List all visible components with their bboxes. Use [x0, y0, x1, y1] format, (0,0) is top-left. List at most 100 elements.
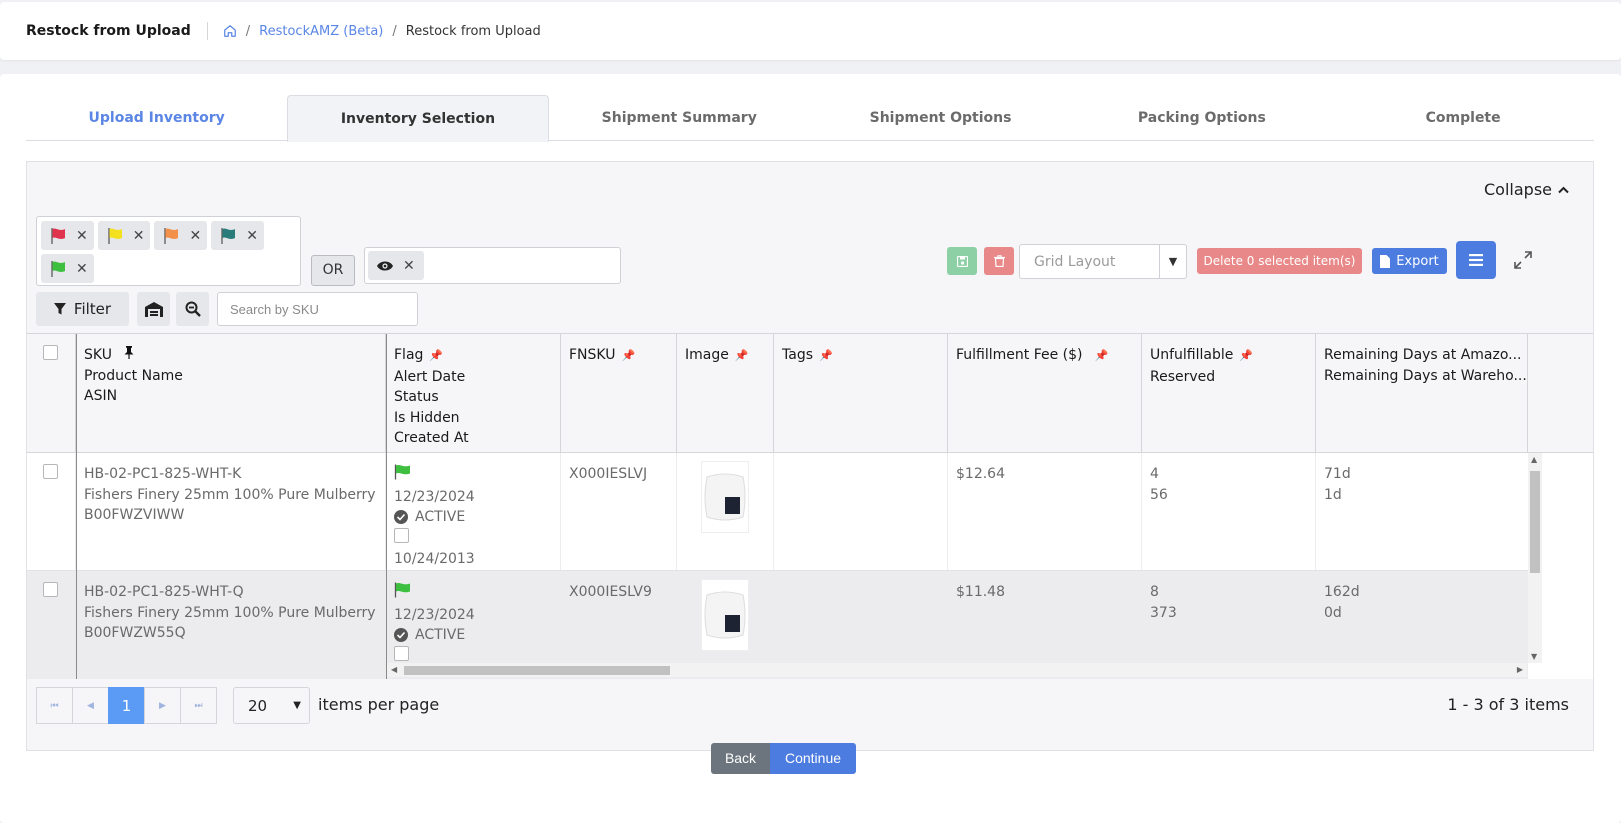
next-page-icon[interactable]: ▶: [144, 687, 181, 724]
column-header-unfulfillable[interactable]: Unfulfillable 📌 Reserved: [1142, 334, 1316, 452]
grid-layout-select[interactable]: Grid Layout ▼: [1019, 244, 1187, 279]
pin-outline-icon[interactable]: 📌: [429, 349, 443, 362]
row-checkbox[interactable]: [43, 582, 58, 597]
zoom-out-button[interactable]: [176, 292, 209, 326]
horizontal-scrollbar[interactable]: ◀ ▶: [387, 663, 1527, 677]
column-subtitle: Reserved: [1150, 368, 1216, 385]
product-name-text: Fishers Finery 25mm 100% Pure Mulberry: [84, 604, 376, 621]
flag-chip-orange[interactable]: ✕: [154, 221, 208, 250]
column-title: Fulfillment Fee ($): [956, 347, 1083, 363]
horizontal-scroll-thumb[interactable]: [404, 666, 670, 675]
grid-layout-placeholder: Grid Layout: [1034, 253, 1116, 270]
column-header-fnsku[interactable]: FNSKU 📌: [561, 334, 677, 452]
flag-icon: [51, 260, 65, 277]
delete-layout-button[interactable]: [984, 247, 1014, 275]
pin-outline-icon[interactable]: 📌: [735, 349, 749, 362]
column-header-fulfillment-fee[interactable]: Fulfillment Fee ($) 📌: [948, 334, 1142, 452]
delete-selected-button[interactable]: Delete 0 selected item(s): [1197, 248, 1362, 274]
back-button[interactable]: Back: [711, 743, 770, 774]
check-circle-icon: [394, 628, 408, 643]
page-number-button[interactable]: 1: [108, 687, 145, 724]
product-image[interactable]: [701, 579, 749, 651]
visibility-chip[interactable]: ✕: [368, 251, 424, 280]
close-icon[interactable]: ✕: [76, 228, 88, 244]
status-badge: ACTIVE: [394, 507, 552, 528]
flag-chip-red[interactable]: ✕: [41, 221, 94, 250]
pin-outline-icon[interactable]: 📌: [1095, 349, 1109, 362]
column-header-sku[interactable]: SKU Product Name ASIN: [76, 334, 386, 452]
tab-complete[interactable]: Complete: [1332, 95, 1593, 140]
column-header-remaining-days[interactable]: Remaining Days at Amazo... Remaining Day…: [1316, 334, 1528, 452]
tab-packing-options[interactable]: Packing Options: [1071, 95, 1332, 140]
flag-cell: 12/23/2024 ACTIVE 10/24/2013: [386, 453, 561, 570]
is-hidden-checkbox[interactable]: [394, 645, 409, 661]
column-subtitle: ASIN: [84, 388, 118, 404]
pagination-info: 1 - 3 of 3 items: [1447, 695, 1569, 714]
inventory-table: SKU Product Name ASIN Flag 📌 Alert Date S…: [27, 333, 1593, 679]
prev-page-icon[interactable]: ◀: [72, 687, 109, 724]
sku-text: HB-02-PC1-825-WHT-K: [84, 466, 242, 482]
column-menu-button[interactable]: [1456, 241, 1496, 279]
is-hidden-checkbox[interactable]: [394, 527, 409, 543]
vertical-scroll-thumb[interactable]: [1530, 471, 1540, 573]
filter-button[interactable]: Filter: [36, 292, 129, 326]
breadcrumb-current: Restock from Upload: [405, 23, 541, 39]
pagination: ⏮ ◀ 1 ▶ ⏭: [36, 687, 217, 724]
table-row[interactable]: HB-02-PC1-825-WHT-K Fishers Finery 25mm …: [27, 453, 1528, 571]
pin-outline-icon[interactable]: 📌: [1239, 349, 1253, 362]
first-page-icon[interactable]: ⏮: [36, 687, 73, 724]
expand-icon[interactable]: [1511, 248, 1535, 272]
flag-icon[interactable]: [394, 464, 411, 480]
flag-filter-box[interactable]: ✕ ✕ ✕ ✕ ✕: [36, 216, 301, 286]
flag-chip-teal[interactable]: ✕: [211, 221, 264, 250]
select-all-checkbox[interactable]: [43, 345, 58, 360]
vertical-scrollbar[interactable]: ▲ ▼: [1528, 453, 1542, 663]
product-image[interactable]: [701, 461, 749, 533]
column-header-tags[interactable]: Tags 📌: [774, 334, 948, 452]
tab-shipment-summary[interactable]: Shipment Summary: [549, 95, 810, 140]
close-icon[interactable]: ✕: [76, 261, 88, 277]
close-icon[interactable]: ✕: [133, 228, 145, 244]
flag-chip-green[interactable]: ✕: [41, 254, 94, 283]
scroll-left-icon[interactable]: ◀: [391, 665, 397, 674]
column-header-flag[interactable]: Flag 📌 Alert Date Status Is Hidden Create…: [386, 334, 561, 452]
caret-down-icon[interactable]: ▼: [1159, 245, 1186, 278]
scroll-up-icon[interactable]: ▲: [1531, 455, 1537, 464]
export-button[interactable]: Export: [1372, 248, 1447, 274]
visibility-filter-box[interactable]: ✕: [364, 247, 621, 284]
tab-shipment-options[interactable]: Shipment Options: [810, 95, 1071, 140]
continue-button[interactable]: Continue: [770, 743, 856, 774]
flag-chip-yellow[interactable]: ✕: [97, 221, 151, 250]
close-icon[interactable]: ✕: [246, 228, 258, 244]
breadcrumb-link-restockamz[interactable]: RestockAMZ (Beta): [259, 24, 383, 39]
column-subtitle: Alert Date: [394, 368, 466, 385]
pin-icon[interactable]: [120, 346, 134, 363]
flag-icon[interactable]: [394, 582, 411, 598]
close-icon[interactable]: ✕: [189, 228, 201, 244]
alert-date-text: 12/23/2024: [394, 606, 475, 623]
close-icon[interactable]: ✕: [403, 258, 415, 274]
sku-search-input[interactable]: [217, 292, 418, 326]
tab-upload-inventory[interactable]: Upload Inventory: [26, 95, 287, 140]
page-size-select[interactable]: 20 ▼: [233, 687, 310, 724]
pin-outline-icon[interactable]: 📌: [819, 349, 833, 362]
row-checkbox[interactable]: [43, 464, 58, 479]
home-icon[interactable]: [223, 24, 237, 38]
tab-inventory-selection[interactable]: Inventory Selection: [287, 95, 549, 142]
last-page-icon[interactable]: ⏭: [180, 687, 217, 724]
scroll-down-icon[interactable]: ▼: [1531, 652, 1537, 661]
or-button[interactable]: OR: [311, 255, 355, 286]
scroll-right-icon[interactable]: ▶: [1517, 665, 1523, 674]
breadcrumb: / RestockAMZ (Beta) / Restock from Uploa…: [223, 24, 541, 39]
warehouse-button[interactable]: [137, 292, 170, 326]
save-layout-button[interactable]: [947, 247, 977, 275]
collapse-toggle[interactable]: Collapse: [1484, 180, 1569, 199]
image-cell: [677, 453, 774, 570]
column-subtitle: Remaining Days at Wareho...: [1324, 367, 1527, 384]
column-header-image[interactable]: Image 📌: [677, 334, 774, 452]
product-name-text: Fishers Finery 25mm 100% Pure Mulberry: [84, 486, 376, 503]
column-subtitle: Is Hidden: [394, 409, 460, 426]
sku-cell: HB-02-PC1-825-WHT-K Fishers Finery 25mm …: [76, 453, 386, 570]
days-amazon-text: 71d: [1324, 466, 1351, 482]
pin-outline-icon[interactable]: 📌: [621, 349, 635, 362]
